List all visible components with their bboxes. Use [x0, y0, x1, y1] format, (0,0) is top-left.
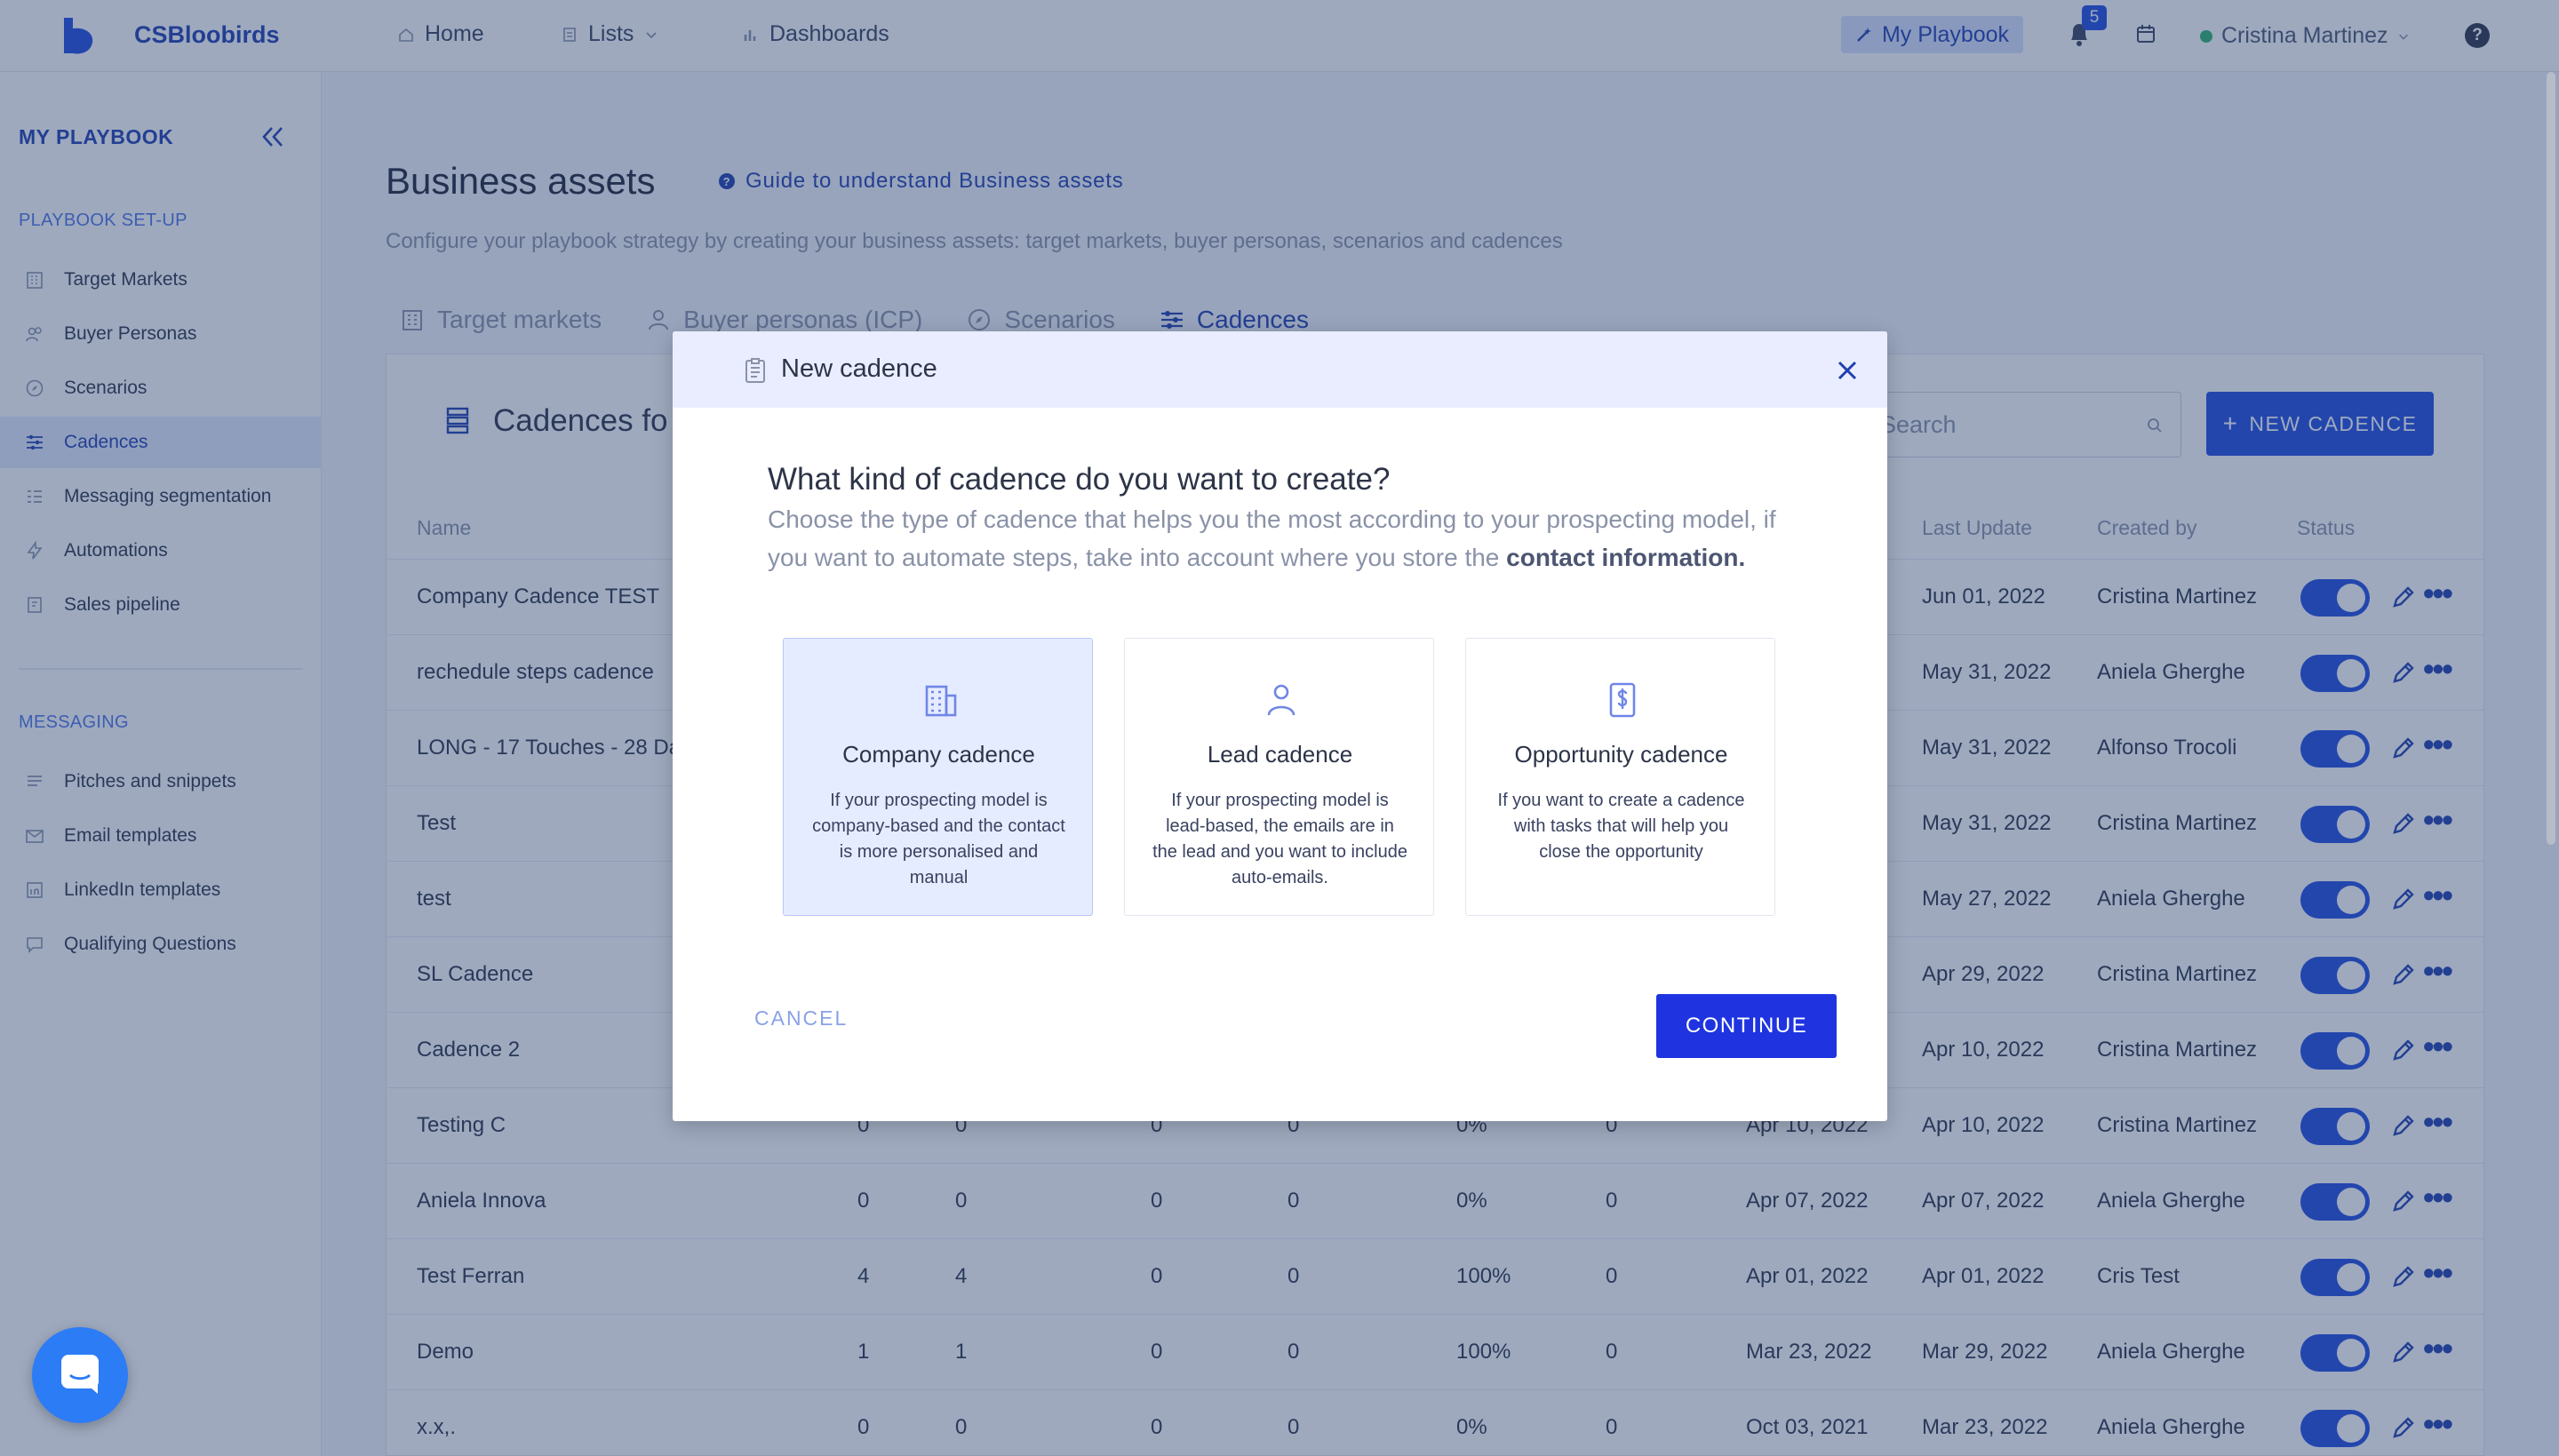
page-scrollbar[interactable] [2547, 72, 2555, 845]
option-title: Company cadence [842, 741, 1035, 768]
modal-title: New cadence [781, 354, 937, 383]
building-icon [925, 685, 957, 717]
modal-question: What kind of cadence do you want to crea… [768, 462, 1391, 497]
person-icon [1267, 684, 1295, 716]
company-cadence-option[interactable]: Company cadence If your prospecting mode… [783, 638, 1093, 916]
modal-description: Choose the type of cadence that helps yo… [768, 500, 1816, 577]
chat-bubble-icon [61, 1355, 99, 1394]
lead-cadence-option[interactable]: Lead cadence If your prospecting model i… [1124, 638, 1434, 916]
continue-button[interactable]: CONTINUE [1656, 994, 1837, 1058]
clipboard-icon [745, 358, 765, 383]
dollar-doc-icon [1609, 682, 1636, 718]
option-description: If your prospecting model is company-bas… [812, 791, 1065, 887]
cancel-button[interactable]: CANCEL [754, 1006, 848, 1030]
new-cadence-modal: New cadence What kind of cadence do you … [673, 331, 1887, 1121]
close-icon[interactable] [1835, 358, 1860, 383]
option-title: Lead cadence [1207, 741, 1353, 768]
option-title: Opportunity cadence [1514, 741, 1728, 768]
modal-description-bold: contact information. [1506, 544, 1746, 571]
modal-header: New cadence [673, 331, 1887, 408]
option-description: If you want to create a cadence with tas… [1497, 791, 1745, 862]
opportunity-cadence-option[interactable]: Opportunity cadence If you want to creat… [1465, 638, 1775, 916]
option-description: If your prospecting model is lead-based,… [1152, 791, 1407, 887]
chat-launcher-button[interactable] [32, 1327, 128, 1423]
